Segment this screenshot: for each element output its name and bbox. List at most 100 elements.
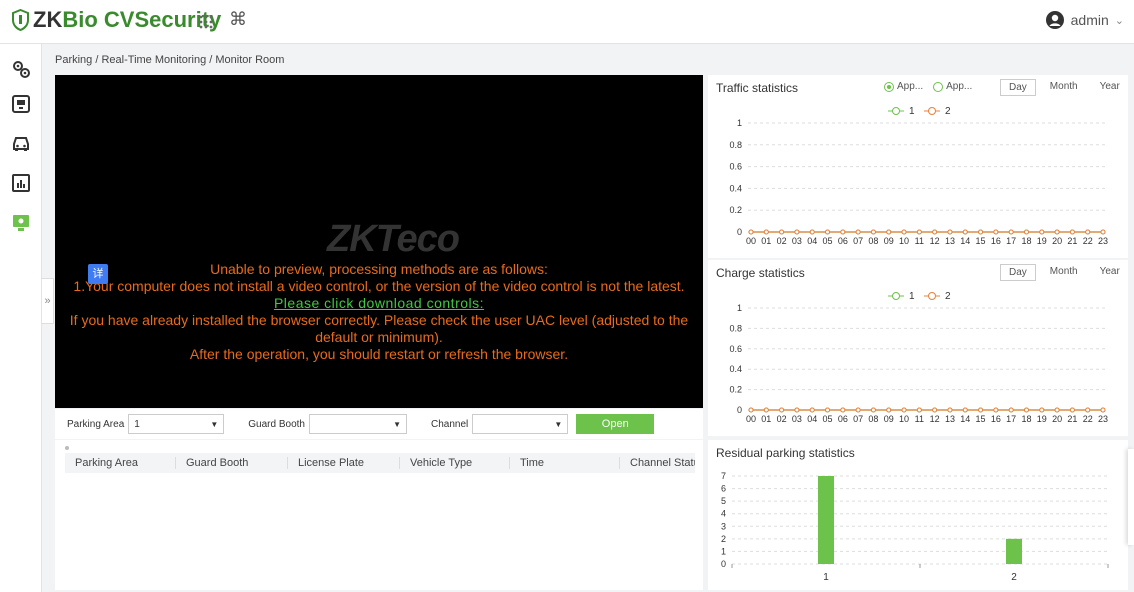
data-point (794, 229, 800, 235)
apps-grid-icon[interactable] (196, 12, 216, 32)
data-point (779, 229, 785, 235)
residual-bar-chart: 0 1 2 3 4 5 6 7 1 2 (721, 471, 1109, 583)
x-tick-label: 23 (1098, 414, 1108, 424)
filter-bar: Parking Area 1 ▼ Guard Booth ▼ Channel ▼ … (55, 409, 703, 439)
access-device-icon[interactable] (10, 93, 32, 115)
brand-prefix: ZK (33, 7, 63, 32)
radio-checked-icon (884, 81, 894, 92)
tab-day[interactable]: Day (1000, 264, 1036, 281)
detail-badge[interactable]: 详 (88, 264, 108, 284)
y-tick-label: 0.4 (729, 183, 742, 193)
x-tick-label: 20 (1052, 414, 1062, 424)
caret-down-icon: ▼ (554, 419, 563, 429)
brand-name: ZKBio CVSecurity (33, 7, 221, 33)
tab-month[interactable]: Month (1042, 79, 1086, 96)
data-point (947, 229, 953, 235)
y-tick-label: 1 (737, 118, 742, 128)
column-header[interactable]: Channel Statu (619, 457, 695, 469)
user-menu[interactable]: admin ⌄ (1045, 10, 1124, 30)
y-tick-label: 0.8 (729, 140, 742, 150)
data-point (1008, 229, 1014, 235)
command-icon[interactable]: ⌘ (229, 9, 247, 30)
x-tick-label: 19 (1037, 236, 1047, 246)
data-point (809, 407, 815, 413)
guard-booth-select[interactable]: ▼ (308, 414, 407, 434)
column-header[interactable]: Parking Area (65, 457, 175, 469)
data-point (901, 407, 907, 413)
y-tick-label: 7 (721, 471, 726, 481)
x-tick-label: 1 (823, 572, 829, 583)
data-point (1008, 407, 1014, 413)
car-icon[interactable] (10, 132, 32, 154)
tab-day[interactable]: Day (1000, 79, 1036, 96)
data-point (763, 229, 769, 235)
x-tick-label: 14 (960, 414, 970, 424)
data-point (901, 229, 907, 235)
data-point (993, 229, 999, 235)
column-header[interactable]: License Plate (287, 457, 399, 469)
x-tick-label: 11 (915, 236, 924, 246)
radio-label: App... (946, 81, 973, 92)
legend-label: 1 (909, 291, 915, 302)
error-line-2: 1.Your computer does not install a video… (73, 278, 685, 294)
table-indicator-dot (65, 446, 69, 450)
x-tick-label: 19 (1037, 414, 1047, 424)
data-point (794, 407, 800, 413)
data-point (1085, 229, 1091, 235)
double-chevron-right-icon: » (44, 295, 51, 307)
data-point (1085, 407, 1091, 413)
y-tick-label: 1 (721, 546, 726, 556)
monitor-icon[interactable] (10, 212, 32, 234)
column-header[interactable]: Vehicle Type (399, 457, 509, 469)
data-point (855, 229, 861, 235)
x-tick-label: 02 (777, 236, 787, 246)
tab-year[interactable]: Year (1092, 264, 1128, 281)
channel-select[interactable]: ▼ (472, 414, 569, 434)
x-tick-label: 00 (746, 236, 756, 246)
x-tick-label: 03 (792, 236, 802, 246)
open-button[interactable]: Open (576, 414, 655, 434)
charge-period-tabs: Day Month Year (1000, 264, 1128, 281)
data-point (825, 407, 831, 413)
traffic-line-chart: 1 200.20.40.60.8100 01 02 03 04 05 06 07 08 09 10 11… (729, 106, 1108, 246)
y-tick-label: 0.4 (729, 364, 742, 374)
tab-year[interactable]: Year (1092, 79, 1128, 96)
legend-label: 2 (945, 106, 951, 117)
preview-error-message: Unable to preview, processing methods ar… (55, 261, 703, 363)
app-logo[interactable]: ZKBio CVSecurity (12, 7, 221, 33)
x-tick-label: 01 (761, 414, 771, 424)
legend-label: 1 (909, 106, 915, 117)
x-tick-label: 08 (868, 414, 878, 424)
charge-line-chart: 1 200.20.40.60.8100 01 02 03 04 05 06 07 08 09 10 11… (729, 291, 1108, 424)
parking-area-select[interactable]: 1 ▼ (128, 414, 225, 434)
x-tick-label: 10 (899, 414, 909, 424)
column-header[interactable]: Guard Booth (175, 457, 287, 469)
system-settings-icon[interactable] (10, 58, 32, 80)
x-tick-label: 17 (1006, 236, 1016, 246)
data-point (916, 229, 922, 235)
data-point (840, 229, 846, 235)
caret-down-icon: ▼ (210, 419, 219, 429)
collapse-nav-toggle[interactable]: » (42, 278, 54, 324)
tab-month[interactable]: Month (1042, 264, 1086, 281)
x-tick-label: 23 (1098, 236, 1108, 246)
video-preview: ZKTeco Unable to preview, processing met… (55, 75, 703, 408)
x-tick-label: 04 (807, 236, 817, 246)
bar-1 (818, 476, 834, 564)
y-tick-label: 0.6 (729, 162, 742, 172)
breadcrumb: Parking / Real-Time Monitoring / Monitor… (55, 54, 285, 66)
x-tick-label: 09 (884, 414, 894, 424)
x-tick-label: 15 (976, 414, 986, 424)
radio-app-2[interactable]: App... (933, 81, 972, 92)
report-chart-icon[interactable] (10, 172, 32, 194)
column-header[interactable]: Time (509, 457, 619, 469)
x-tick-label: 12 (930, 414, 940, 424)
side-scroll-handle[interactable] (1128, 449, 1134, 545)
guard-booth-label: Guard Booth (248, 418, 305, 430)
radio-app-1[interactable]: App... (884, 81, 923, 92)
download-controls-link[interactable]: Please click download controls: (55, 295, 703, 312)
channel-label: Channel (430, 418, 469, 430)
data-point (978, 407, 984, 413)
data-point (1023, 229, 1029, 235)
data-point (1039, 407, 1045, 413)
